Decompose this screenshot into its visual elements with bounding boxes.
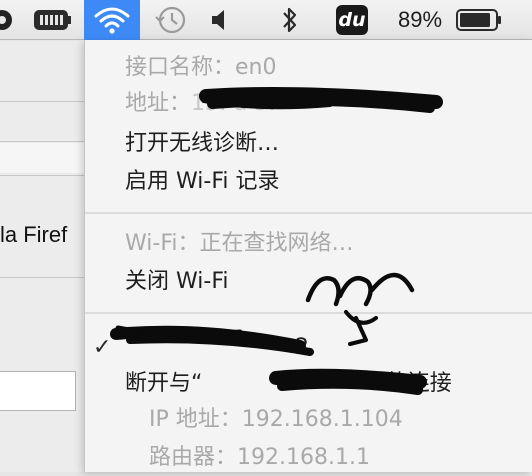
divider	[0, 175, 84, 176]
bluetooth-icon[interactable]	[274, 0, 306, 40]
disconnect-suffix: ”的连接	[374, 371, 452, 396]
app-icon[interactable]	[0, 0, 16, 40]
address-label: 地址：	[125, 91, 192, 116]
ip-value: 192.168.1.104	[241, 407, 403, 432]
menu-separator	[85, 212, 532, 214]
time-machine-icon[interactable]	[148, 0, 192, 40]
router-label: 路由器：	[149, 445, 238, 470]
divider	[0, 141, 84, 142]
enable-wifi-logging[interactable]: 启用 Wi-Fi 记录	[125, 164, 279, 200]
address-row: 地址：15: d 3:	[125, 86, 276, 122]
disconnect-prefix: 断开与“	[125, 371, 203, 396]
open-wireless-diagnostics[interactable]: 打开无线诊断…	[125, 126, 279, 162]
battery-percent-label: 89%	[397, 7, 443, 32]
turn-off-wifi[interactable]: 关闭 Wi-Fi	[125, 264, 228, 300]
battery-icon[interactable]	[452, 0, 506, 40]
volume-icon[interactable]	[204, 0, 236, 40]
address-value: 15: d 3:	[191, 91, 276, 116]
ip-label: IP 地址：	[149, 407, 242, 432]
background-window: la Firef	[0, 41, 84, 472]
connected-network[interactable]: 2	[125, 330, 309, 366]
battery-percent[interactable]: 89%	[392, 0, 448, 40]
divider	[0, 277, 84, 278]
divider	[0, 101, 84, 102]
wifi-menu: 接口名称：en0 地址：15: d 3: 打开无线诊断… 启用 Wi-Fi 记录…	[84, 40, 532, 472]
interface-name: 接口名称：en0	[125, 55, 277, 80]
background-input[interactable]	[0, 371, 76, 411]
du-app-label: du	[336, 5, 368, 35]
firefox-window-title[interactable]: la Firef	[0, 219, 67, 251]
disconnect-network[interactable]: 断开与“ ”的连接	[125, 366, 452, 402]
wifi-icon[interactable]	[84, 0, 140, 40]
ip-address-row: IP 地址：192.168.1.104	[149, 402, 403, 438]
menu-bar: du 89%	[0, 0, 532, 40]
router-row: 路由器：192.168.1.1	[149, 440, 370, 476]
router-value: 192.168.1.1	[237, 445, 370, 470]
wifi-status: Wi-Fi：正在查找网络…	[125, 231, 354, 256]
background-row[interactable]	[0, 143, 84, 173]
network-name-suffix: 2	[295, 335, 309, 360]
checkmark-icon: ✓	[93, 335, 112, 360]
battery-app-icon[interactable]	[28, 0, 76, 40]
du-app-icon[interactable]: du	[334, 0, 370, 40]
menu-separator	[85, 312, 532, 314]
